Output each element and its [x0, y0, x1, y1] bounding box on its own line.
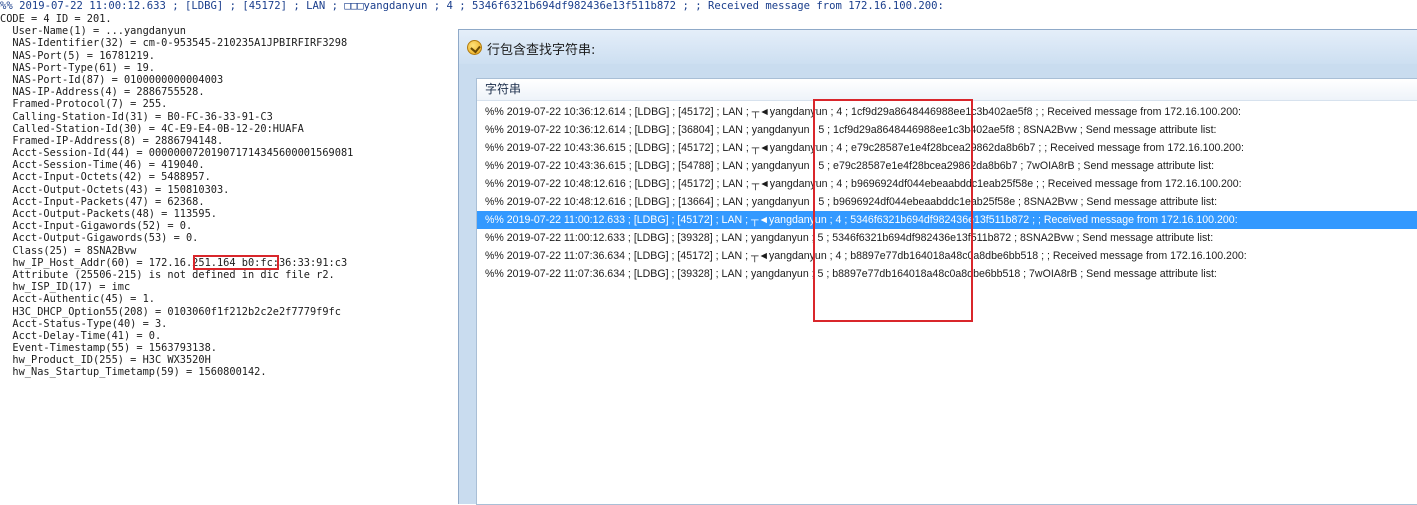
log-line: User-Name(1) = ...yangdanyun	[0, 25, 186, 38]
log-line: Acct-Session-Id(44) = 000000072019071714…	[0, 147, 354, 160]
log-text-area: CODE = 4 ID = 201. User-Name(1) = ...yan…	[0, 13, 458, 504]
log-line: Framed-Protocol(7) = 255.	[0, 98, 168, 111]
result-row[interactable]: %% 2019-07-22 11:00:12.633 ; [LDBG] ; [3…	[477, 229, 1417, 247]
results-list[interactable]: 字符串 %% 2019-07-22 10:36:12.614 ; [LDBG] …	[476, 78, 1417, 505]
column-header-string[interactable]: 字符串	[477, 79, 1417, 101]
result-row[interactable]: %% 2019-07-22 11:07:36.634 ; [LDBG] ; [4…	[477, 247, 1417, 265]
log-line: Attribute (25506-215) is not defined in …	[0, 268, 335, 281]
log-line: Acct-Status-Type(40) = 3.	[0, 317, 168, 330]
result-row[interactable]: %% 2019-07-22 10:48:12.616 ; [LDBG] ; [1…	[477, 193, 1417, 211]
log-line: Acct-Delay-Time(41) = 0.	[0, 329, 162, 342]
log-line: Acct-Input-Gigawords(52) = 0.	[0, 220, 193, 233]
results-rows: %% 2019-07-22 10:36:12.614 ; [LDBG] ; [4…	[477, 103, 1417, 283]
log-line: Acct-Input-Packets(47) = 62368.	[0, 195, 205, 208]
log-line: Class(25) = 8SNA2Bvw	[0, 244, 137, 257]
log-line: NAS-Port(5) = 16781219.	[0, 49, 155, 62]
result-row[interactable]: %% 2019-07-22 10:48:12.616 ; [LDBG] ; [4…	[477, 175, 1417, 193]
log-line: H3C_DHCP_Option55(208) = 0103060f1f212b2…	[0, 305, 341, 318]
check-badge-icon	[467, 40, 482, 55]
log-line: hw_IP_Host_Addr(60) = 172.16.251.164 b0:…	[0, 256, 348, 269]
log-line: hw_Nas_Startup_Timetamp(59) = 1560800142…	[0, 366, 267, 379]
log-line: Event-Timestamp(55) = 1563793138.	[0, 342, 217, 355]
log-line: Acct-Session-Time(46) = 419040.	[0, 159, 205, 172]
dialog-title: 行包含查找字符串:	[487, 43, 596, 58]
log-line: NAS-Port-Id(87) = 0100000000004003	[0, 73, 224, 86]
result-row-selected[interactable]: %% 2019-07-22 11:00:12.633 ; [LDBG] ; [4…	[477, 211, 1417, 229]
log-line: hw_ISP_ID(17) = imc	[0, 281, 131, 294]
log-line: Framed-IP-Address(8) = 2886794148.	[0, 134, 224, 147]
find-results-dialog: 行包含查找字符串: 字符串 %% 2019-07-22 10:36:12.614…	[458, 29, 1417, 505]
result-row[interactable]: %% 2019-07-22 10:43:36.615 ; [LDBG] ; [4…	[477, 139, 1417, 157]
log-header-line: %% 2019-07-22 11:00:12.633 ; [LDBG] ; [4…	[0, 0, 1417, 13]
log-line: Acct-Authentic(45) = 1.	[0, 293, 155, 306]
result-row[interactable]: %% 2019-07-22 10:36:12.614 ; [LDBG] ; [4…	[477, 103, 1417, 121]
log-line: Acct-Output-Packets(48) = 113595.	[0, 208, 217, 220]
dialog-title-bar: 行包含查找字符串:	[459, 30, 1417, 64]
log-line: NAS-IP-Address(4) = 2886755528.	[0, 86, 205, 99]
log-line: Acct-Output-Gigawords(53) = 0.	[0, 232, 199, 245]
result-row[interactable]: %% 2019-07-22 10:43:36.615 ; [LDBG] ; [5…	[477, 157, 1417, 175]
log-line: hw_Product_ID(255) = H3C WX3520H	[0, 354, 211, 367]
log-line: Calling-Station-Id(31) = B0-FC-36-33-91-…	[0, 110, 273, 123]
log-line: Acct-Input-Octets(42) = 5488957.	[0, 171, 211, 184]
log-line: NAS-Identifier(32) = cm-0-953545-210235A…	[0, 37, 348, 50]
log-line: CODE = 4 ID = 201.	[0, 13, 112, 25]
log-line: NAS-Port-Type(61) = 19.	[0, 61, 155, 74]
log-line: Called-Station-Id(30) = 4C-E9-E4-0B-12-2…	[0, 122, 304, 135]
result-row[interactable]: %% 2019-07-22 11:07:36.634 ; [LDBG] ; [3…	[477, 265, 1417, 283]
result-row[interactable]: %% 2019-07-22 10:36:12.614 ; [LDBG] ; [3…	[477, 121, 1417, 139]
log-line: Acct-Output-Octets(43) = 150810303.	[0, 183, 230, 196]
